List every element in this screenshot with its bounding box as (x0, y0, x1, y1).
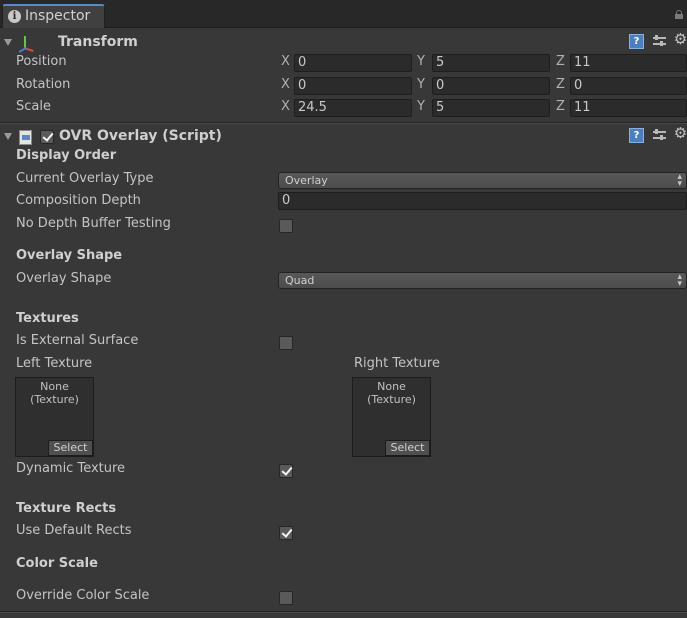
transform-scale-label: Scale (16, 99, 51, 114)
transform-scale-z-field[interactable]: 11 (570, 99, 687, 117)
transform-rotation-z-field[interactable]: 0 (570, 77, 687, 95)
transform-scale-y-field[interactable]: 5 (432, 99, 550, 117)
transform-position-x-field[interactable]: 0 (294, 54, 412, 72)
gear-icon[interactable]: ⚙ (673, 126, 687, 141)
transform-rotation-x-field[interactable]: 0 (294, 77, 412, 95)
left-texture-label: Left Texture (16, 356, 93, 371)
right-texture-label: Right Texture (354, 356, 440, 371)
tab-inspector[interactable]: i Inspector (2, 4, 105, 28)
overlay-shape-heading: Overlay Shape (16, 248, 123, 263)
use-default-rects-label: Use Default Rects (16, 523, 132, 538)
axis-y-label[interactable]: Y (417, 99, 425, 114)
separator (0, 612, 687, 613)
transform-title: Transform (58, 34, 138, 50)
left-texture-slot[interactable]: None (Texture) Select (15, 377, 94, 457)
left-texture-none-text: None (Texture) (30, 380, 79, 406)
right-texture-select-button[interactable]: Select (385, 440, 430, 456)
transform-position-y-field[interactable]: 5 (432, 54, 550, 72)
transform-scale-x-field[interactable]: 24.5 (294, 99, 412, 117)
component-enabled-checkbox[interactable] (40, 130, 54, 144)
texture-rects-heading: Texture Rects (16, 501, 117, 516)
foldout-arrow-icon[interactable] (4, 133, 12, 140)
dynamic-texture-label: Dynamic Texture (16, 461, 126, 476)
ovr-overlay-title: OVR Overlay (Script) (59, 128, 222, 144)
dropdown-arrows-icon: ▴ ▾ (677, 272, 682, 289)
dropdown-arrows-icon: ▴ ▾ (677, 172, 682, 189)
help-icon[interactable]: ? (629, 128, 644, 143)
right-texture-none-text: None (Texture) (367, 380, 416, 406)
override-color-scale-checkbox[interactable] (279, 591, 293, 605)
right-texture-slot[interactable]: None (Texture) Select (352, 377, 431, 457)
color-scale-heading: Color Scale (16, 556, 98, 571)
axis-y-label[interactable]: Y (417, 77, 425, 92)
tab-bar: i Inspector (0, 0, 687, 28)
tab-inspector-label: Inspector (25, 8, 91, 24)
foldout-arrow-icon[interactable] (4, 39, 12, 46)
textures-heading: Textures (16, 311, 79, 326)
overlay-shape-value: Quad (285, 274, 315, 287)
presets-icon[interactable] (652, 128, 667, 143)
display-order-heading: Display Order (16, 148, 117, 163)
lock-icon[interactable] (675, 10, 683, 19)
no-depth-buffer-label: No Depth Buffer Testing (16, 216, 171, 231)
separator (0, 123, 687, 124)
help-icon[interactable]: ? (629, 34, 644, 49)
overlay-shape-dropdown[interactable]: Quad ▴ ▾ (278, 272, 687, 289)
left-texture-select-button[interactable]: Select (48, 440, 93, 456)
info-icon: i (8, 10, 21, 23)
transform-rotation-y-field[interactable]: 0 (432, 77, 550, 95)
no-depth-buffer-checkbox[interactable] (279, 219, 293, 233)
is-external-surface-label: Is External Surface (16, 333, 139, 348)
composition-depth-field[interactable]: 0 (278, 192, 687, 210)
is-external-surface-checkbox[interactable] (279, 336, 293, 350)
axis-x-label[interactable]: X (281, 99, 290, 114)
axis-z-label[interactable]: Z (556, 99, 565, 114)
transform-position-label: Position (16, 54, 67, 69)
transform-icon (17, 36, 35, 53)
current-overlay-type-value: Overlay (285, 174, 328, 187)
use-default-rects-checkbox[interactable] (279, 526, 293, 540)
axis-y-label[interactable]: Y (417, 54, 425, 69)
override-color-scale-label: Override Color Scale (16, 588, 150, 603)
axis-z-label[interactable]: Z (556, 77, 565, 92)
overlay-shape-label: Overlay Shape (16, 271, 112, 286)
axis-x-label[interactable]: X (281, 77, 290, 92)
transform-position-z-field[interactable]: 11 (570, 54, 687, 72)
composition-depth-label: Composition Depth (16, 193, 141, 208)
gear-icon[interactable]: ⚙ (673, 32, 687, 47)
axis-x-label[interactable]: X (281, 54, 290, 69)
presets-icon[interactable] (652, 34, 667, 49)
current-overlay-type-dropdown[interactable]: Overlay ▴ ▾ (278, 172, 687, 189)
transform-rotation-label: Rotation (16, 77, 71, 92)
axis-z-label[interactable]: Z (556, 54, 565, 69)
current-overlay-type-label: Current Overlay Type (16, 171, 154, 186)
script-icon (19, 130, 32, 145)
dynamic-texture-checkbox[interactable] (279, 464, 293, 478)
